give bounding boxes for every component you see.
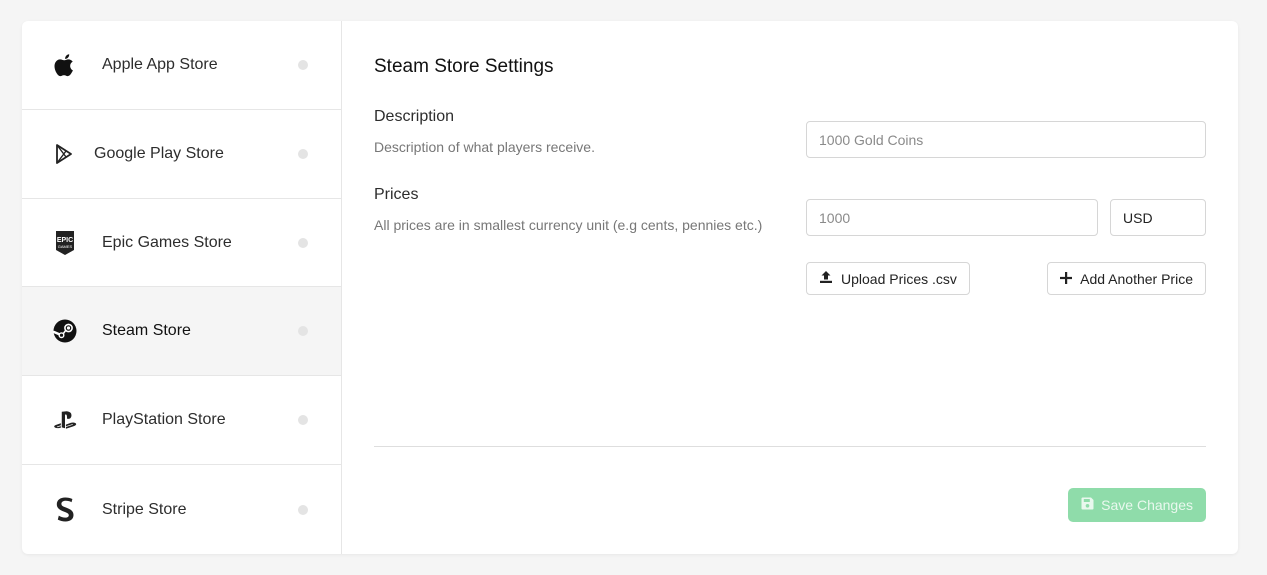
steam-icon bbox=[53, 319, 77, 343]
upload-prices-button[interactable]: Upload Prices .csv bbox=[806, 262, 970, 295]
status-dot bbox=[298, 415, 308, 426]
sidebar-item-epic-games[interactable]: EPIC GAMES Epic Games Store bbox=[22, 199, 341, 288]
save-changes-button[interactable]: Save Changes bbox=[1068, 488, 1206, 522]
prices-heading: Prices bbox=[374, 186, 419, 203]
plus-icon bbox=[1060, 271, 1073, 287]
add-another-price-label: Add Another Price bbox=[1080, 270, 1193, 287]
svg-text:GAMES: GAMES bbox=[58, 244, 73, 249]
status-dot bbox=[298, 148, 308, 159]
save-changes-label: Save Changes bbox=[1101, 497, 1193, 513]
status-dot bbox=[298, 326, 308, 337]
status-dot bbox=[298, 59, 308, 70]
divider bbox=[374, 446, 1206, 447]
status-dot bbox=[298, 237, 308, 248]
status-dot bbox=[298, 504, 308, 515]
description-input[interactable] bbox=[806, 121, 1206, 158]
playstation-icon bbox=[53, 408, 77, 432]
sidebar-item-label: Google Play Store bbox=[94, 144, 224, 162]
description-heading: Description bbox=[374, 108, 455, 125]
store-sidebar: Apple App Store Google Play Store EPIC G… bbox=[22, 21, 342, 554]
sidebar-item-playstation[interactable]: PlayStation Store bbox=[22, 376, 341, 466]
svg-text:EPIC: EPIC bbox=[57, 237, 73, 244]
prices-help-text: All prices are in smallest currency unit… bbox=[374, 217, 763, 233]
apple-icon bbox=[53, 53, 77, 77]
currency-select[interactable]: USD bbox=[1110, 199, 1206, 236]
price-amount-input[interactable] bbox=[806, 199, 1098, 236]
upload-prices-label: Upload Prices .csv bbox=[841, 270, 957, 287]
add-another-price-button[interactable]: Add Another Price bbox=[1047, 262, 1206, 295]
page-title: Steam Store Settings bbox=[374, 56, 554, 77]
upload-icon bbox=[819, 270, 833, 287]
sidebar-item-label: Apple App Store bbox=[102, 55, 218, 73]
store-settings-card: Apple App Store Google Play Store EPIC G… bbox=[22, 21, 1238, 554]
currency-value: USD bbox=[1123, 209, 1153, 226]
stripe-icon bbox=[53, 497, 77, 522]
description-help-text: Description of what players receive. bbox=[374, 139, 595, 155]
sidebar-item-label: Steam Store bbox=[102, 322, 191, 340]
sidebar-item-steam[interactable]: Steam Store bbox=[22, 287, 341, 377]
sidebar-item-stripe[interactable]: Stripe Store bbox=[22, 465, 341, 554]
sidebar-item-label: PlayStation Store bbox=[102, 411, 226, 429]
sidebar-item-label: Epic Games Store bbox=[102, 233, 232, 251]
sidebar-item-apple[interactable]: Apple App Store bbox=[22, 21, 341, 110]
epic-games-icon: EPIC GAMES bbox=[53, 230, 77, 255]
sidebar-item-label: Stripe Store bbox=[102, 500, 187, 518]
settings-panel: Steam Store Settings Description Descrip… bbox=[342, 21, 1238, 554]
google-play-icon bbox=[52, 142, 76, 166]
save-icon bbox=[1081, 497, 1094, 513]
sidebar-item-google-play[interactable]: Google Play Store bbox=[22, 110, 341, 199]
